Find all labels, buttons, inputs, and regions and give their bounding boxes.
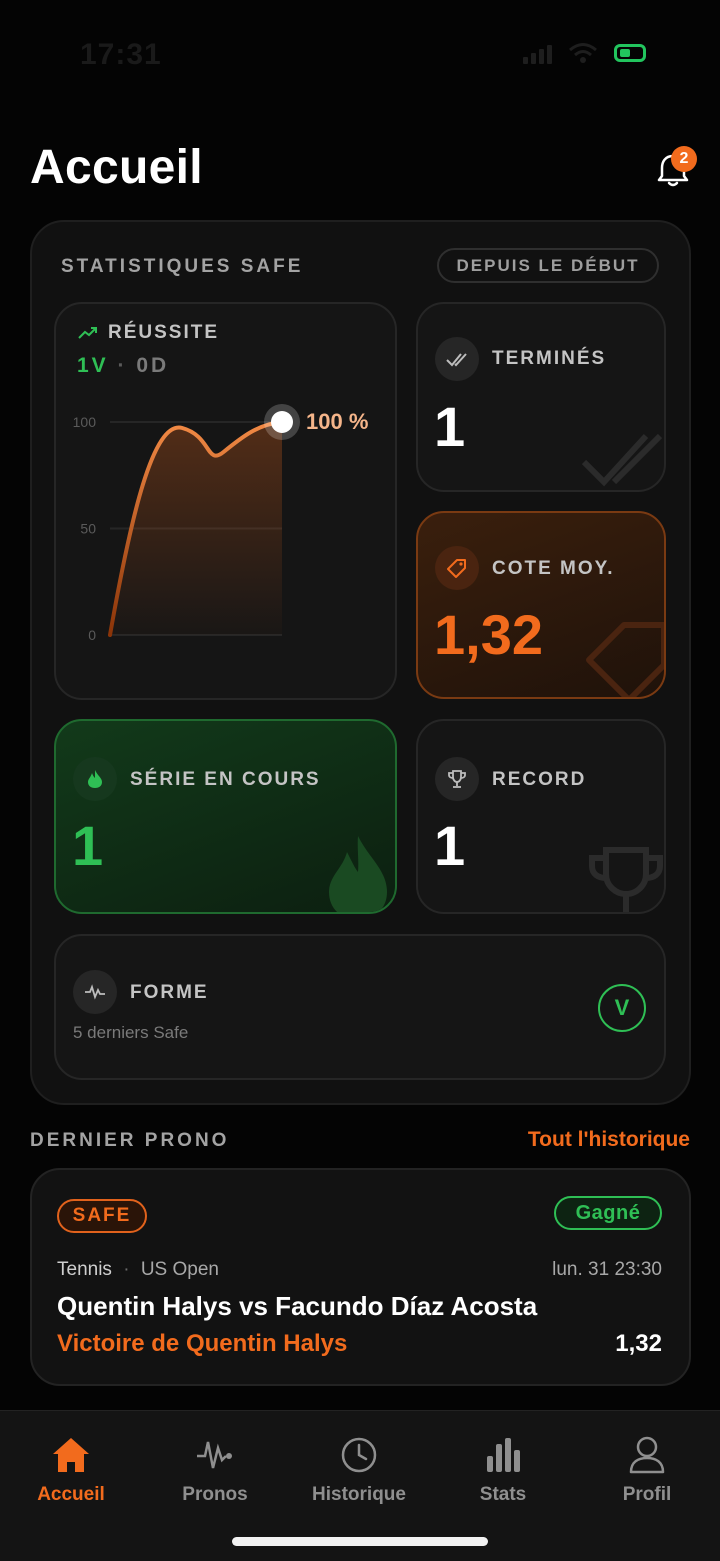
current-streak-label: SÉRIE EN COURS: [130, 769, 321, 790]
double-check-icon: [435, 337, 479, 381]
notification-badge: 2: [671, 146, 697, 172]
prono-meta: Tennis · US Open: [57, 1259, 219, 1281]
form-tile[interactable]: [54, 934, 666, 1080]
form-subtitle: 5 derniers Safe: [73, 1023, 189, 1042]
status-bar: 17:31: [0, 30, 720, 80]
wifi-icon: [569, 43, 597, 63]
chart-point: [271, 411, 293, 433]
success-label: RÉUSSITE: [108, 322, 220, 343]
pulse-icon: [73, 970, 117, 1014]
trophy-icon: [435, 757, 479, 801]
prono-date: lun. 31 23:30: [552, 1259, 662, 1280]
chart-end-label: 100 %: [306, 409, 369, 434]
tab-profil[interactable]: Profil: [582, 1436, 712, 1506]
pulse-icon: [197, 1441, 232, 1469]
tag-icon: [435, 546, 479, 590]
form-result-badge: V: [598, 984, 646, 1032]
draws-count: 0D: [136, 354, 170, 377]
home-icon: [53, 1438, 89, 1472]
safe-badge: SAFE: [57, 1199, 147, 1233]
meta-separator: ·: [123, 1259, 130, 1280]
current-streak-value: 1: [72, 814, 104, 877]
avg-odds-value: 1,32: [434, 603, 543, 666]
status-badge: Gagné: [554, 1196, 662, 1230]
competition-label: US Open: [140, 1259, 219, 1280]
double-check-watermark-icon: [581, 433, 663, 487]
chart-y-tick-label: 0: [88, 627, 96, 643]
form-label: FORME: [130, 982, 209, 1003]
record-value: 1: [434, 814, 466, 877]
tab-accueil[interactable]: Accueil: [6, 1436, 136, 1506]
tab-label: Profil: [622, 1484, 672, 1505]
sport-label: Tennis: [57, 1259, 112, 1280]
chart-area: [110, 422, 282, 635]
record-label: RECORD: [492, 769, 587, 790]
bar-chart-icon: [487, 1438, 520, 1472]
tab-label: Pronos: [182, 1484, 248, 1505]
full-history-link[interactable]: Tout l'historique: [528, 1128, 690, 1152]
trending-up-icon: [78, 327, 97, 339]
match-title: Quentin Halys vs Facundo Díaz Acosta: [57, 1291, 538, 1321]
tab-historique[interactable]: Historique: [294, 1436, 424, 1506]
prono-odds: 1,32: [615, 1330, 662, 1357]
tag-watermark-icon: [586, 622, 664, 697]
home-indicator: [232, 1537, 488, 1546]
wins-count: 1V: [77, 354, 109, 377]
signal-icon: [523, 42, 552, 64]
flame-icon: [73, 757, 117, 801]
tab-pronos[interactable]: Pronos: [150, 1436, 280, 1506]
finished-label: TERMINÉS: [492, 348, 607, 369]
chart-y-tick-label: 100: [73, 414, 97, 430]
current-streak-tile[interactable]: [54, 719, 397, 914]
prono-pick: Victoire de Quentin Halys: [57, 1330, 348, 1357]
tab-label: Stats: [479, 1484, 527, 1505]
finished-value: 1: [434, 395, 466, 458]
tab-stats[interactable]: Stats: [438, 1436, 568, 1506]
trophy-watermark-icon: [589, 847, 663, 912]
status-icons: [523, 42, 646, 64]
period-filter-pill[interactable]: DEPUIS LE DÉBUT: [437, 248, 659, 283]
stats-section-title: STATISTIQUES SAFE: [61, 256, 304, 277]
tab-label: Historique: [312, 1484, 406, 1505]
page-title: Accueil: [30, 141, 203, 194]
avg-odds-label: COTE MOY.: [492, 558, 615, 579]
last-prono-section-title: DERNIER PRONO: [30, 1130, 230, 1151]
clock-icon: [341, 1437, 377, 1473]
tab-label: Accueil: [37, 1484, 105, 1505]
wl-separator: ·: [117, 354, 128, 377]
flame-watermark-icon: [329, 836, 387, 912]
user-icon: [629, 1436, 665, 1474]
win-loss-summary: 1V · 0D: [77, 354, 169, 378]
battery-icon: [614, 44, 646, 62]
chart-y-tick-label: 50: [80, 521, 96, 537]
status-time: 17:31: [80, 38, 162, 71]
